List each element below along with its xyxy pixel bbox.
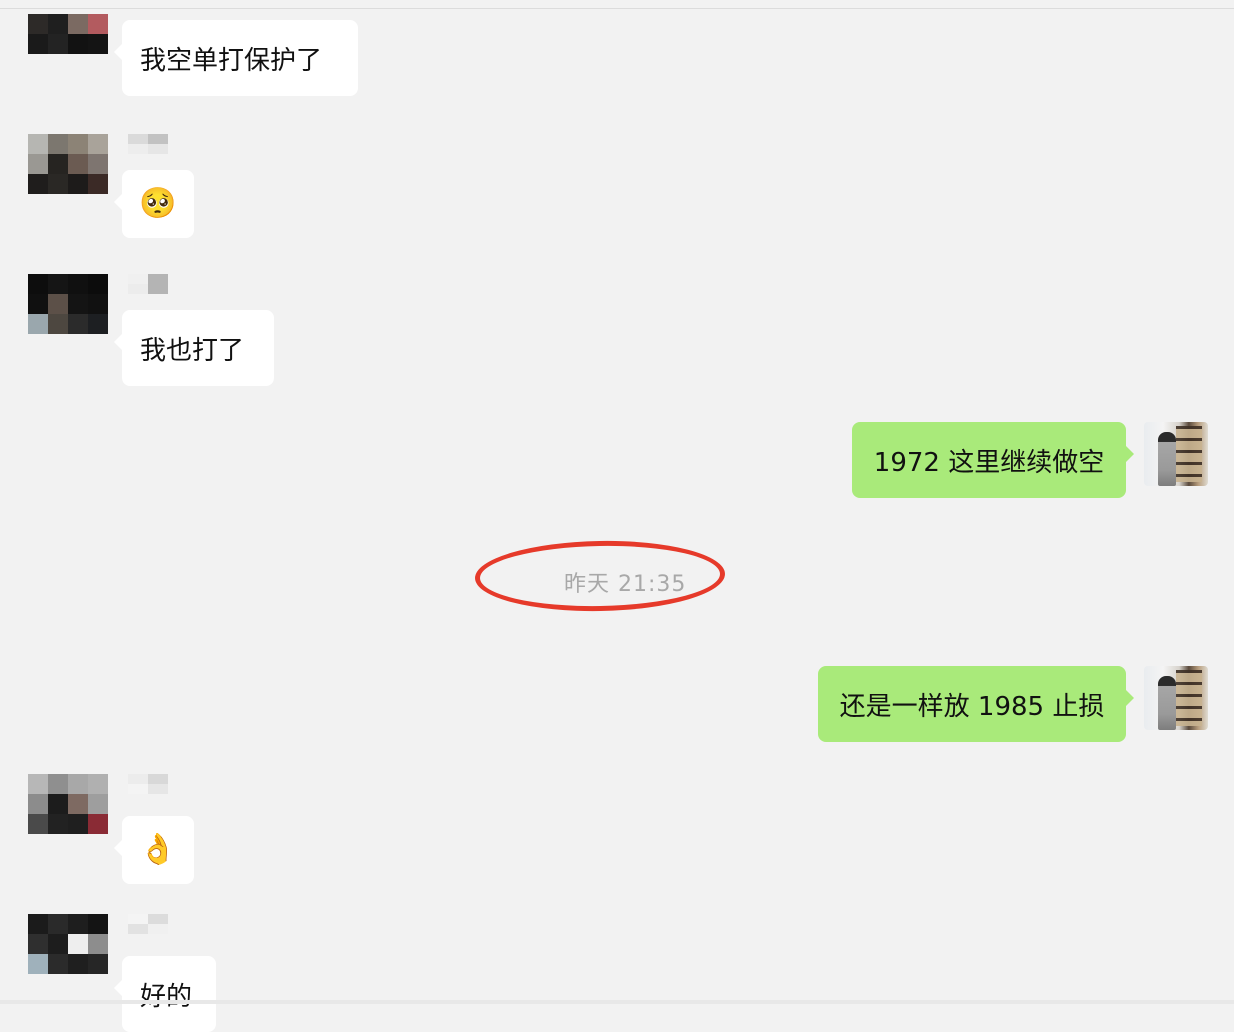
avatar-figure bbox=[1158, 432, 1176, 486]
outgoing-message-bubble[interactable]: 1972 这里继续做空 bbox=[852, 422, 1134, 498]
message-text: 我也打了 bbox=[140, 335, 245, 366]
pleading-face-icon: 🥺 bbox=[139, 186, 177, 221]
sender-name-blurred bbox=[128, 274, 168, 294]
ok-hand-icon: 👌 bbox=[139, 832, 177, 867]
outgoing-message-bubble[interactable]: 还是一样放 1985 止损 bbox=[818, 666, 1134, 742]
message-text: 还是一样放 1985 止损 bbox=[839, 691, 1105, 722]
avatar-shelf bbox=[1176, 426, 1202, 482]
avatar[interactable] bbox=[28, 14, 108, 74]
sender-name-blurred bbox=[128, 134, 168, 154]
avatar[interactable] bbox=[28, 274, 108, 334]
my-avatar[interactable] bbox=[1144, 422, 1208, 486]
avatar-shelf bbox=[1176, 670, 1202, 726]
window-top-border bbox=[0, 0, 1234, 9]
avatar-figure bbox=[1158, 676, 1176, 730]
sender-name-blurred bbox=[128, 914, 168, 934]
message-bubble[interactable]: 我空单打保护了 bbox=[114, 20, 358, 96]
message-bubble[interactable]: 我也打了 bbox=[114, 310, 274, 386]
avatar[interactable] bbox=[28, 774, 108, 834]
emoji-bubble[interactable]: 👌 bbox=[114, 816, 194, 884]
my-avatar[interactable] bbox=[1144, 666, 1208, 730]
avatar[interactable] bbox=[28, 134, 108, 194]
message-text: 好的 bbox=[140, 982, 193, 1012]
bottom-divider bbox=[0, 1000, 1234, 1004]
sender-name-blurred bbox=[128, 774, 168, 794]
message-text: 1972 这里继续做空 bbox=[873, 447, 1105, 478]
message-bubble[interactable]: 好的 bbox=[114, 956, 216, 1032]
emoji-bubble[interactable]: 🥺 bbox=[114, 170, 194, 238]
message-text: 我空单打保护了 bbox=[140, 45, 323, 76]
red-circle-annotation bbox=[474, 538, 726, 614]
avatar[interactable] bbox=[28, 914, 108, 974]
